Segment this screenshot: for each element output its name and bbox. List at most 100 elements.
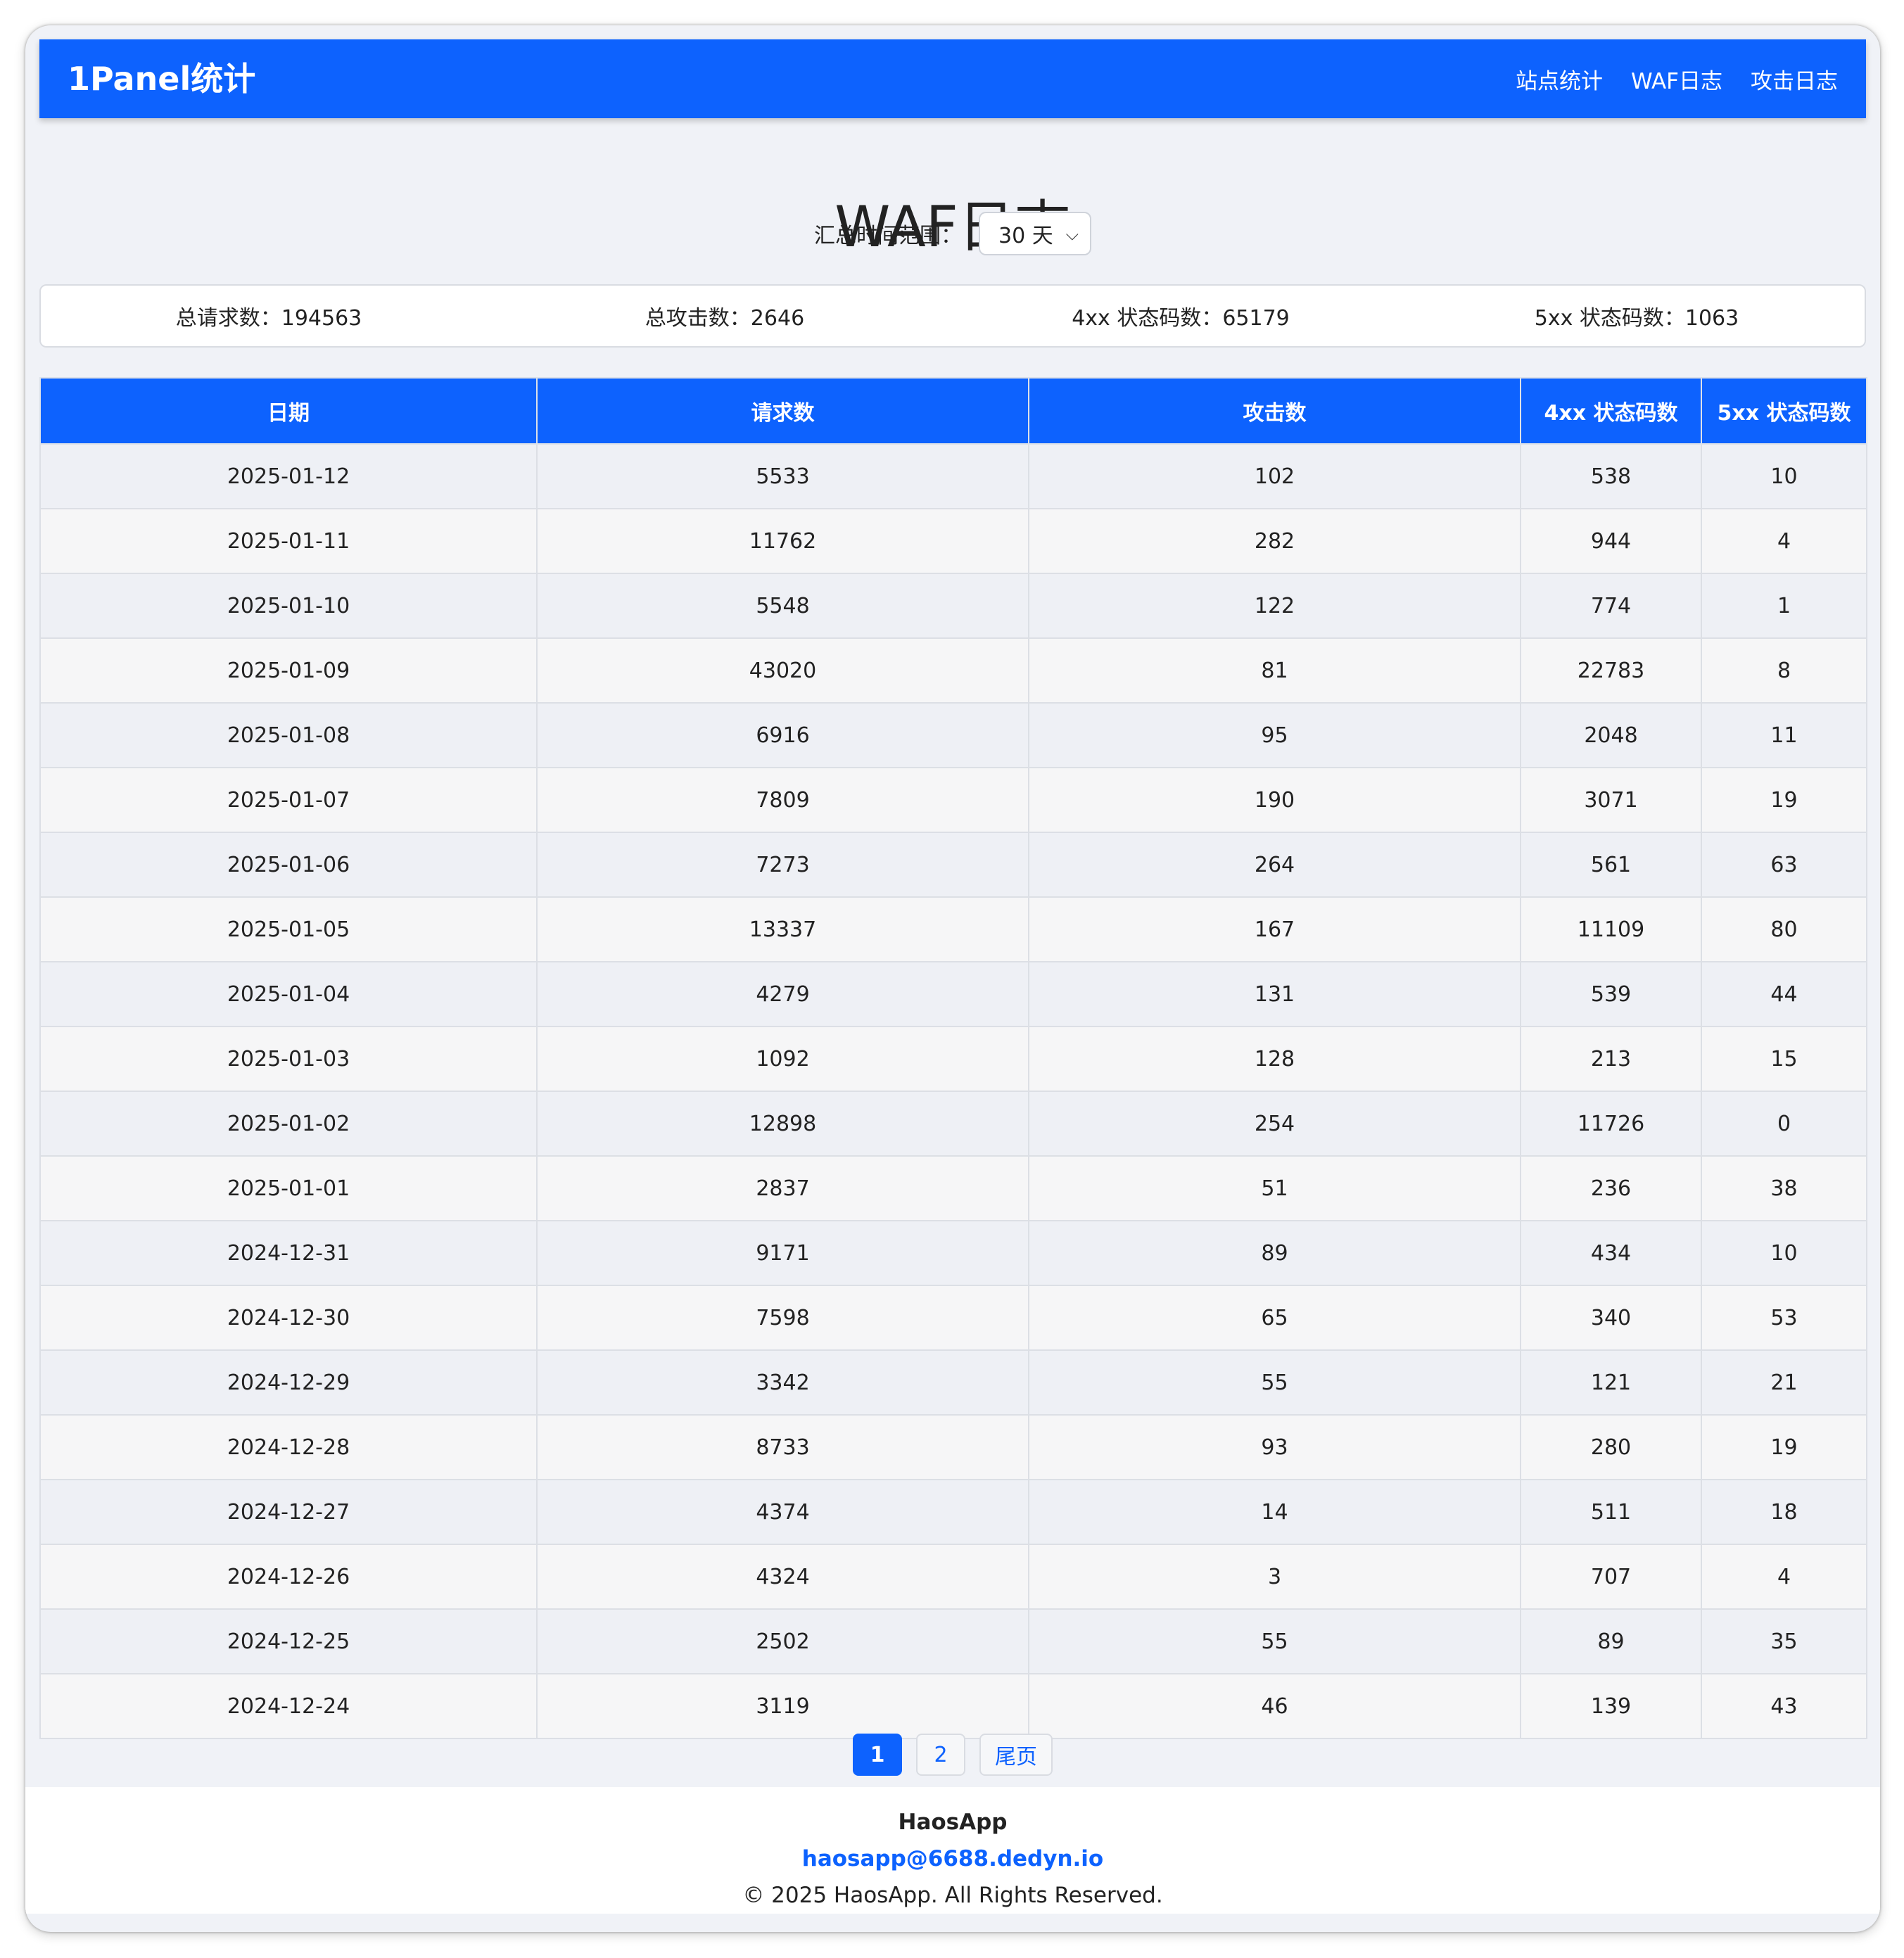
attacks-cell: 190 bbox=[1028, 767, 1521, 833]
date-cell: 2025-01-01 bbox=[39, 1155, 538, 1221]
table-row: 2024-12-24 3119 46 139 43 bbox=[39, 1673, 1867, 1739]
table-row: 2025-01-07 7809 190 3071 19 bbox=[39, 767, 1867, 833]
attacks-cell: 122 bbox=[1028, 573, 1521, 639]
table-row: 2025-01-03 1092 128 213 15 bbox=[39, 1026, 1867, 1092]
footer-email-link[interactable]: haosapp@6688.dedyn.io bbox=[25, 1841, 1880, 1877]
requests-cell: 7273 bbox=[536, 832, 1029, 898]
requests-cell: 43020 bbox=[536, 637, 1029, 704]
table-row: 2024-12-28 8733 93 280 19 bbox=[39, 1414, 1867, 1480]
footer: HaosApp haosapp@6688.dedyn.io © 2025 Hao… bbox=[25, 1787, 1880, 1914]
column-header-5xx: 5xx 状态码数 bbox=[1701, 377, 1867, 445]
date-cell: 2025-01-08 bbox=[39, 702, 538, 768]
nav-links: 站点统计 WAF日志 攻击日志 bbox=[1516, 39, 1838, 118]
requests-cell: 3119 bbox=[536, 1673, 1029, 1739]
summary-bar: 总请求数：194563 总攻击数：2646 4xx 状态码数：65179 5xx… bbox=[39, 284, 1866, 348]
attacks-cell: 55 bbox=[1028, 1608, 1521, 1674]
5xx-cell: 19 bbox=[1701, 767, 1867, 833]
5xx-cell: 11 bbox=[1701, 702, 1867, 768]
4xx-cell: 3071 bbox=[1520, 767, 1702, 833]
5xx-cell: 21 bbox=[1701, 1349, 1867, 1416]
date-cell: 2025-01-07 bbox=[39, 767, 538, 833]
date-cell: 2025-01-11 bbox=[39, 508, 538, 574]
date-cell: 2024-12-28 bbox=[39, 1414, 538, 1480]
attacks-cell: 254 bbox=[1028, 1091, 1521, 1157]
footer-copyright: © 2025 HaosApp. All Rights Reserved. bbox=[742, 1883, 1163, 1908]
browser-window: 1Panel统计 站点统计 WAF日志 攻击日志 WAF日志 汇总时间范围： 3… bbox=[25, 25, 1880, 1932]
summary-5xx-count: 5xx 状态码数：1063 bbox=[1534, 306, 1739, 331]
nav-link-site-stats[interactable]: 站点统计 bbox=[1516, 63, 1603, 95]
4xx-cell: 213 bbox=[1520, 1026, 1702, 1092]
4xx-cell: 538 bbox=[1520, 443, 1702, 509]
date-cell: 2025-01-02 bbox=[39, 1091, 538, 1157]
4xx-cell: 22783 bbox=[1520, 637, 1702, 704]
5xx-cell: 53 bbox=[1701, 1285, 1867, 1351]
table-body: 2025-01-12 5533 102 538 10 2025-01-11 11762 282… bbox=[39, 443, 1867, 1739]
5xx-cell: 8 bbox=[1701, 637, 1867, 704]
page-button-2[interactable]: 2 bbox=[916, 1734, 965, 1776]
nav-link-waf-log[interactable]: WAF日志 bbox=[1631, 63, 1722, 95]
date-cell: 2025-01-10 bbox=[39, 573, 538, 639]
table-row: 2024-12-26 4324 3 707 4 bbox=[39, 1544, 1867, 1610]
5xx-cell: 10 bbox=[1701, 1220, 1867, 1286]
4xx-cell: 89 bbox=[1520, 1608, 1702, 1674]
summary-total-requests: 总请求数：194563 bbox=[175, 306, 362, 331]
attacks-cell: 128 bbox=[1028, 1026, 1521, 1092]
attacks-cell: 14 bbox=[1028, 1479, 1521, 1545]
column-header-date: 日期 bbox=[39, 377, 538, 445]
table-row: 2024-12-31 9171 89 434 10 bbox=[39, 1220, 1867, 1286]
attacks-cell: 3 bbox=[1028, 1544, 1521, 1610]
date-cell: 2025-01-03 bbox=[39, 1026, 538, 1092]
5xx-cell: 80 bbox=[1701, 896, 1867, 962]
requests-cell: 4374 bbox=[536, 1479, 1029, 1545]
table-row: 2025-01-04 4279 131 539 44 bbox=[39, 961, 1867, 1027]
column-header-requests: 请求数 bbox=[536, 377, 1029, 445]
table-row: 2025-01-11 11762 282 944 4 bbox=[39, 508, 1867, 574]
4xx-cell: 121 bbox=[1520, 1349, 1702, 1416]
attacks-cell: 167 bbox=[1028, 896, 1521, 962]
brand-logo[interactable]: 1Panel统计 bbox=[68, 39, 255, 118]
5xx-cell: 35 bbox=[1701, 1608, 1867, 1674]
4xx-cell: 944 bbox=[1520, 508, 1702, 574]
4xx-cell: 774 bbox=[1520, 573, 1702, 639]
date-cell: 2025-01-12 bbox=[39, 443, 538, 509]
requests-cell: 1092 bbox=[536, 1026, 1029, 1092]
requests-cell: 13337 bbox=[536, 896, 1029, 962]
requests-cell: 4324 bbox=[536, 1544, 1029, 1610]
5xx-cell: 43 bbox=[1701, 1673, 1867, 1739]
date-cell: 2024-12-25 bbox=[39, 1608, 538, 1674]
navbar: 1Panel统计 站点统计 WAF日志 攻击日志 bbox=[39, 39, 1866, 118]
attacks-cell: 282 bbox=[1028, 508, 1521, 574]
requests-cell: 2837 bbox=[536, 1155, 1029, 1221]
table-row: 2025-01-10 5548 122 774 1 bbox=[39, 573, 1867, 639]
column-header-attacks: 攻击数 bbox=[1028, 377, 1521, 445]
attacks-cell: 46 bbox=[1028, 1673, 1521, 1739]
4xx-cell: 280 bbox=[1520, 1414, 1702, 1480]
page-button-1[interactable]: 1 bbox=[853, 1734, 902, 1776]
date-cell: 2025-01-09 bbox=[39, 637, 538, 704]
table-row: 2024-12-29 3342 55 121 21 bbox=[39, 1349, 1867, 1416]
requests-cell: 8733 bbox=[536, 1414, 1029, 1480]
date-cell: 2025-01-05 bbox=[39, 896, 538, 962]
attacks-cell: 102 bbox=[1028, 443, 1521, 509]
5xx-cell: 38 bbox=[1701, 1155, 1867, 1221]
4xx-cell: 139 bbox=[1520, 1673, 1702, 1739]
date-cell: 2024-12-30 bbox=[39, 1285, 538, 1351]
date-cell: 2025-01-04 bbox=[39, 961, 538, 1027]
attacks-cell: 89 bbox=[1028, 1220, 1521, 1286]
last-page-button[interactable]: 尾页 bbox=[979, 1734, 1053, 1776]
nav-link-attack-log[interactable]: 攻击日志 bbox=[1751, 63, 1838, 95]
attacks-cell: 65 bbox=[1028, 1285, 1521, 1351]
requests-cell: 11762 bbox=[536, 508, 1029, 574]
summary-total-attacks: 总攻击数：2646 bbox=[645, 306, 805, 331]
time-range-select[interactable]: 30 天 ⌵ bbox=[979, 212, 1091, 255]
table-header-row: 日期 请求数 攻击数 4xx 状态码数 5xx 状态码数 bbox=[39, 377, 1867, 445]
4xx-cell: 11109 bbox=[1520, 896, 1702, 962]
date-cell: 2024-12-27 bbox=[39, 1479, 538, 1545]
attacks-cell: 55 bbox=[1028, 1349, 1521, 1416]
date-cell: 2024-12-24 bbox=[39, 1673, 538, 1739]
chevron-down-icon: ⌵ bbox=[1065, 224, 1079, 244]
table-row: 2025-01-09 43020 81 22783 8 bbox=[39, 637, 1867, 704]
5xx-cell: 63 bbox=[1701, 832, 1867, 898]
requests-cell: 6916 bbox=[536, 702, 1029, 768]
requests-cell: 7598 bbox=[536, 1285, 1029, 1351]
